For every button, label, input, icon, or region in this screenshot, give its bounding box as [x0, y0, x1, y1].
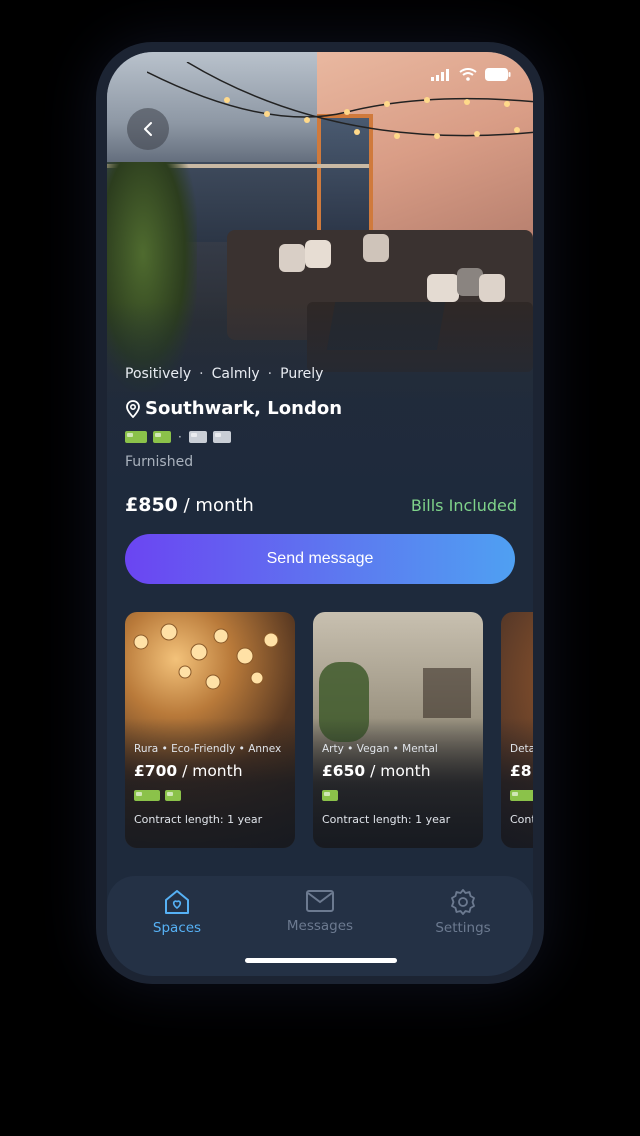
bed-available-icon: [165, 790, 181, 801]
card-tags: Deta: [510, 743, 533, 755]
app-screen: Positively · Calmly · Purely Southwark, …: [107, 52, 533, 976]
bed-available-icon: [322, 790, 338, 801]
gear-icon: [451, 889, 475, 915]
house-heart-icon: [165, 890, 189, 914]
pendant-lights: [133, 623, 279, 690]
tab-label: Spaces: [152, 920, 202, 936]
card-contract: Cont: [510, 813, 533, 826]
bed-available-icon: [510, 790, 533, 801]
listing-location: Southwark, London: [125, 398, 342, 419]
location-label: Southwark, London: [145, 398, 343, 419]
back-button[interactable]: [127, 108, 169, 150]
bed-available-icon: [134, 790, 160, 801]
card-beds: [322, 790, 338, 801]
send-message-button[interactable]: Send message: [125, 534, 515, 584]
card-contract: Contract length: 1 year: [134, 813, 263, 826]
signal-icon: [431, 68, 449, 81]
price-row: £850 / month Bills Included: [125, 494, 517, 516]
tag: Calmly: [211, 366, 260, 382]
bed-taken-icon: [188, 431, 207, 443]
card-beds: [134, 790, 181, 801]
tab-settings[interactable]: Settings: [413, 888, 513, 936]
tab-label: Messages: [286, 918, 354, 934]
listing-card[interactable]: Deta £8 Cont: [501, 612, 533, 848]
card-beds: [510, 790, 533, 801]
bed-availability: ·: [125, 430, 231, 444]
bed-available-icon: [125, 431, 147, 443]
status-bar: [431, 68, 511, 81]
map-pin-icon: [126, 399, 140, 418]
tag: Purely: [280, 366, 324, 382]
bed-available-icon: [153, 431, 171, 443]
card-tags: Arty • Vegan • Mental: [322, 743, 438, 755]
similar-listings-carousel[interactable]: Rura • Eco-Friendly • Annex £700 / month…: [125, 612, 533, 848]
listing-tags: Positively · Calmly · Purely: [125, 366, 324, 382]
envelope-icon: [306, 890, 334, 912]
card-price: £700 / month: [134, 762, 243, 780]
card-contract: Contract length: 1 year: [322, 813, 451, 826]
listing-card[interactable]: Arty • Vegan • Mental £650 / month Contr…: [313, 612, 483, 848]
listing-card[interactable]: Rura • Eco-Friendly • Annex £700 / month…: [125, 612, 295, 848]
tab-messages[interactable]: Messages: [270, 888, 370, 934]
battery-icon: [485, 68, 511, 81]
furnishing-label: Furnished: [125, 454, 194, 470]
bed-taken-icon: [212, 431, 231, 443]
chevron-left-icon: [144, 122, 152, 136]
tab-label: Settings: [435, 920, 491, 936]
bills-included-label: Bills Included: [410, 496, 517, 515]
wifi-icon: [459, 68, 477, 81]
tag: Positively: [125, 366, 192, 382]
home-indicator[interactable]: [245, 958, 397, 963]
picture-frames: [423, 668, 471, 718]
card-tags: Rura • Eco-Friendly • Annex: [134, 743, 282, 755]
card-price: £650 / month: [322, 762, 431, 780]
tab-spaces[interactable]: Spaces: [127, 888, 227, 936]
listing-price: £850 / month: [125, 494, 254, 516]
card-price: £8: [510, 762, 532, 780]
